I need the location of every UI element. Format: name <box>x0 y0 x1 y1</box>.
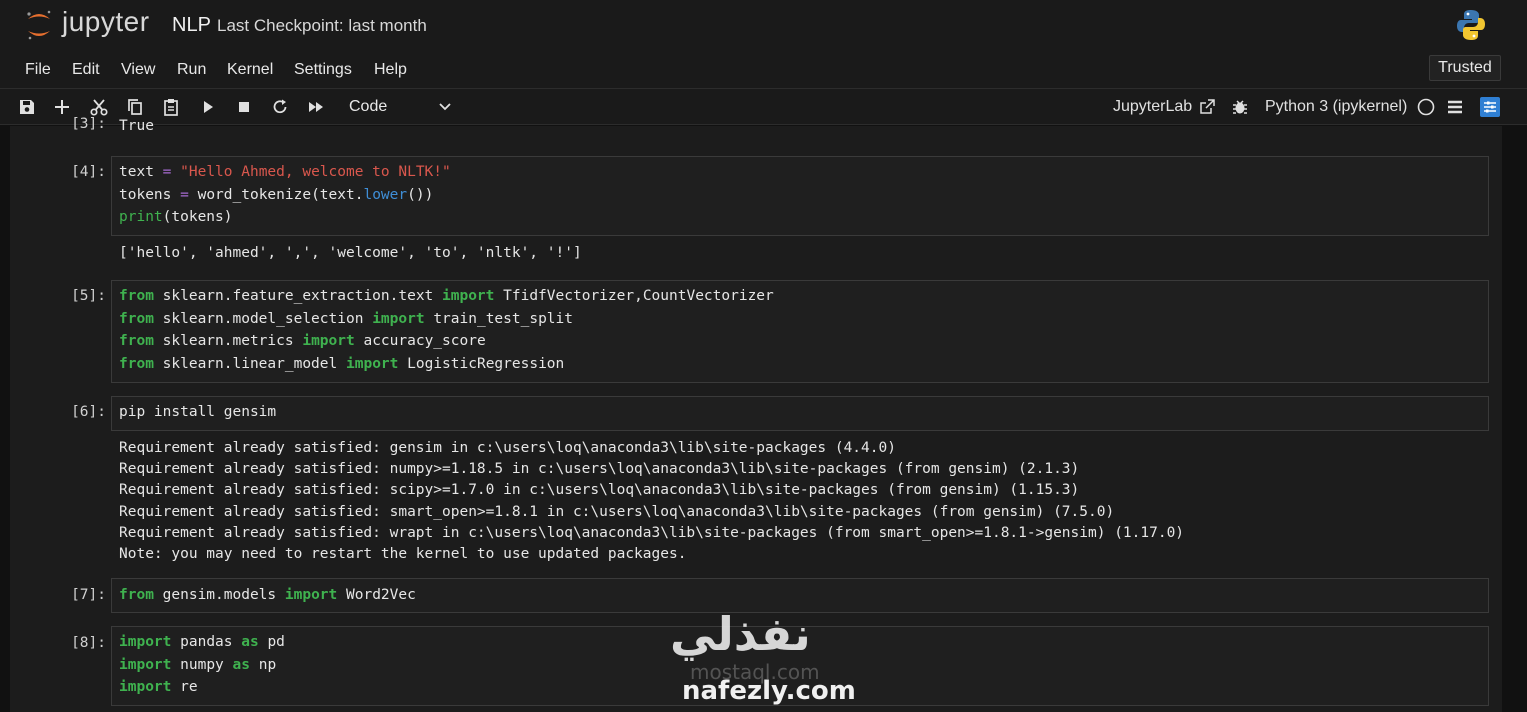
cell-3-output: True <box>119 118 154 134</box>
jupyter-logo-icon[interactable] <box>24 8 54 42</box>
restart-icon[interactable] <box>270 97 290 117</box>
cell-4-output: ['hello', 'ahmed', ',', 'welcome', 'to',… <box>119 245 582 261</box>
cell-6-prompt: [6]: <box>71 404 106 420</box>
chevron-down-icon[interactable] <box>438 99 452 113</box>
output-line: Requirement already satisfied: wrapt in … <box>119 524 1185 541</box>
watermark-arabic-text: نفذلي <box>670 607 811 661</box>
menu-settings[interactable]: Settings <box>294 61 352 79</box>
cell-3-prompt: [3]: <box>71 116 106 132</box>
cell-type-select[interactable]: Code <box>349 98 387 116</box>
output-line: Requirement already satisfied: scipy>=1.… <box>119 482 1080 499</box>
cell-8-code[interactable]: import pandas as pd import numpy as np i… <box>119 631 285 699</box>
notebook-toolbar: Code JupyterLab Python 3 (ipykernel) <box>0 88 1527 125</box>
cut-icon[interactable] <box>89 97 109 117</box>
kernel-status-idle-icon <box>1416 97 1436 117</box>
watermark-url-text: nafezly.com <box>682 676 856 706</box>
stop-icon[interactable] <box>234 97 254 117</box>
output-line: Note: you may need to restart the kernel… <box>119 546 687 563</box>
menu-kernel[interactable]: Kernel <box>227 61 273 79</box>
add-cell-icon[interactable] <box>52 97 72 117</box>
cell-6-output: Requirement already satisfied: gensim in… <box>119 438 1184 565</box>
output-line: Requirement already satisfied: numpy>=1.… <box>119 461 1080 478</box>
external-link-icon[interactable] <box>1197 97 1217 117</box>
cell-7-prompt: [7]: <box>71 587 106 603</box>
paste-icon[interactable] <box>161 97 181 117</box>
cell-7-code[interactable]: from gensim.models import Word2Vec <box>119 584 416 607</box>
python-kernel-logo-icon <box>1457 10 1485 40</box>
cell-5-code[interactable]: from sklearn.feature_extraction.text imp… <box>119 285 774 376</box>
menu-view[interactable]: View <box>121 61 155 79</box>
cell-5-prompt: [5]: <box>71 288 106 304</box>
menu-lines-icon[interactable] <box>1445 97 1465 117</box>
kernel-name[interactable]: Python 3 (ipykernel) <box>1265 98 1407 116</box>
save-icon[interactable] <box>17 97 37 117</box>
cell-6-code[interactable]: pip install gensim <box>119 401 276 424</box>
cell-6-input[interactable] <box>111 396 1489 431</box>
notebook-name[interactable]: NLP <box>172 14 211 37</box>
cell-8-prompt: [8]: <box>71 635 106 651</box>
fast-forward-icon[interactable] <box>306 97 326 117</box>
menu-help[interactable]: Help <box>374 61 407 79</box>
cell-4-code[interactable]: text = "Hello Ahmed, welcome to NLTK!" t… <box>119 161 451 229</box>
menu-edit[interactable]: Edit <box>72 61 100 79</box>
property-inspector-icon[interactable] <box>1480 97 1500 117</box>
copy-icon[interactable] <box>125 97 145 117</box>
cell-4-prompt: [4]: <box>71 164 106 180</box>
open-in-jupyterlab-link[interactable]: JupyterLab <box>1113 98 1192 116</box>
menu-bar: File Edit View Run Kernel Settings Help <box>0 50 1527 88</box>
output-line: Requirement already satisfied: gensim in… <box>119 440 896 456</box>
output-line: Requirement already satisfied: smart_ope… <box>119 503 1115 520</box>
debugger-bug-icon[interactable] <box>1230 97 1250 117</box>
trusted-badge[interactable]: Trusted <box>1429 55 1501 81</box>
menu-run[interactable]: Run <box>177 61 206 79</box>
jupyter-logo-text: jupyter <box>62 6 150 37</box>
top-header: jupyter NLP Last Checkpoint: last month <box>0 0 1527 50</box>
run-icon[interactable] <box>198 97 218 117</box>
last-checkpoint: Last Checkpoint: last month <box>217 16 427 35</box>
menu-file[interactable]: File <box>25 61 51 79</box>
